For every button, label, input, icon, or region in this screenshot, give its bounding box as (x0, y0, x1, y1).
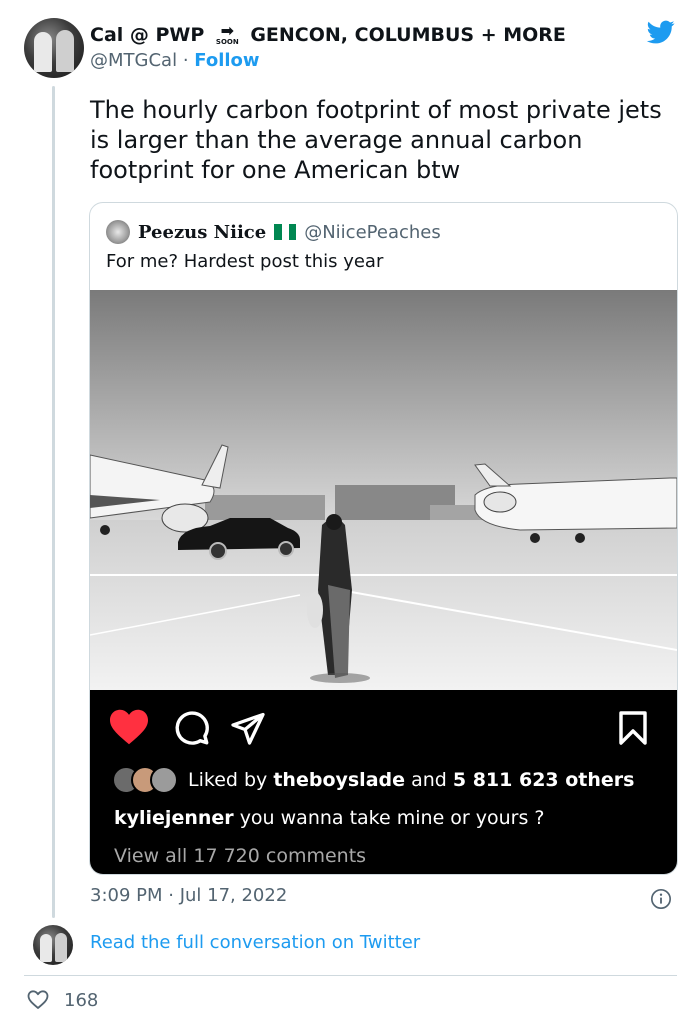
liked-mid: and (411, 769, 447, 791)
liked-count[interactable]: 5 811 623 others (453, 769, 635, 791)
divider (24, 975, 677, 976)
twitter-bird-icon[interactable] (645, 18, 677, 46)
author-handle[interactable]: @MTGCal (90, 50, 177, 71)
reply-avatar[interactable] (33, 925, 73, 965)
soon-label: SOON (215, 38, 239, 46)
author-name-part1: Cal @ PWP (90, 24, 205, 46)
view-comments-link[interactable]: View all 17 720 comments (114, 845, 366, 867)
author-handle-row: @MTGCal · Follow (90, 50, 260, 71)
quoted-avatar (106, 220, 130, 244)
caption-text: you wanna take mine or yours ? (239, 807, 545, 829)
liked-by-row: Liked by theboyslade and 5 811 623 other… (112, 766, 634, 794)
nigeria-flag-icon (274, 224, 297, 240)
tweet-text: The hourly carbon footprint of most priv… (90, 96, 662, 184)
follow-link[interactable]: Follow (194, 50, 259, 71)
info-icon[interactable] (650, 888, 672, 910)
author-name-part2: GENCON, COLUMBUS + MORE (250, 24, 566, 46)
handle-separator: · (182, 50, 189, 71)
liked-avatars (112, 766, 178, 794)
tweet-timestamp[interactable]: 3:09 PM · Jul 17, 2022 (90, 885, 287, 906)
liked-user[interactable]: theboyslade (273, 769, 405, 791)
author-name[interactable]: Cal @ PWP ➡ SOON GENCON, COLUMBUS + MORE (90, 22, 566, 48)
quoted-text: For me? Hardest post this year (106, 251, 384, 272)
liked-prefix: Liked by (188, 769, 268, 791)
heart-outline-icon[interactable] (26, 988, 50, 1012)
heart-filled-icon[interactable] (108, 708, 150, 746)
quoted-header: Peezus Niice @NiicePeaches (106, 219, 441, 245)
instagram-panel: Liked by theboyslade and 5 811 623 other… (90, 690, 677, 874)
private-jet-photo[interactable] (90, 290, 677, 690)
read-conversation-link[interactable]: Read the full conversation on Twitter (90, 932, 420, 953)
quoted-name: Peezus Niice (138, 221, 267, 243)
caption-user[interactable]: kyliejenner (114, 807, 234, 829)
thread-line (52, 86, 55, 918)
caption-row: kyliejenner you wanna take mine or yours… (114, 807, 545, 829)
like-count: 168 (64, 989, 99, 1011)
share-icon[interactable] (230, 710, 266, 746)
quoted-tweet[interactable]: Peezus Niice @NiicePeaches For me? Harde… (89, 202, 678, 875)
quoted-handle: @NiicePeaches (304, 221, 441, 243)
like-row[interactable]: 168 (26, 988, 98, 1012)
soon-arrow-icon: ➡ SOON (215, 21, 239, 47)
comment-icon[interactable] (174, 710, 210, 746)
author-avatar[interactable] (24, 18, 84, 78)
bookmark-icon[interactable] (617, 710, 649, 746)
